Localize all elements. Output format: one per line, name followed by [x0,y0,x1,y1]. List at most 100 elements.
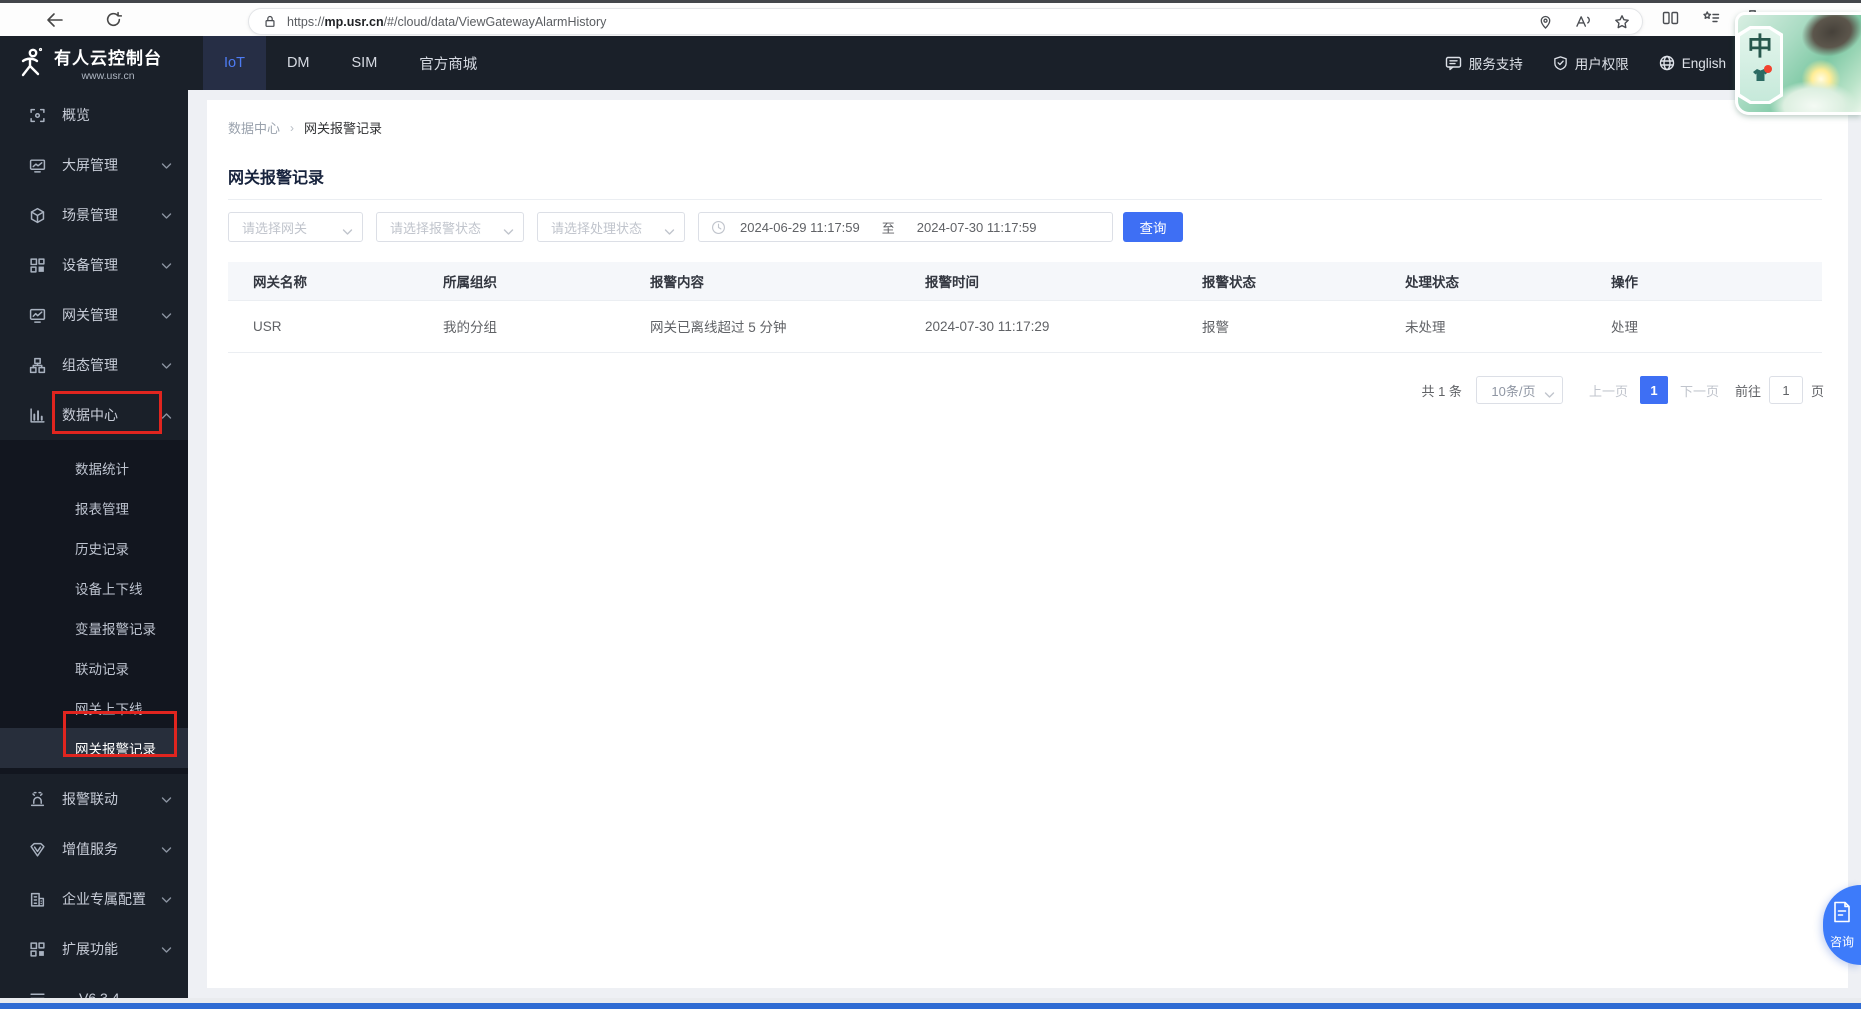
browser-refresh-icon[interactable] [98,7,128,33]
sidebar-item-scene[interactable]: 场景管理 [0,190,188,240]
cell-alarm-time: 2024-07-30 11:17:29 [900,300,1177,353]
sidebar-item-configuration[interactable]: 组态管理 [0,340,188,390]
sidebar: 概览 大屏管理 场景管理 设备管理 网关管理 组态管理 数据中心 数据统计 报表… [0,90,188,1006]
sidebar-item-variable-alarm-records[interactable]: 变量报警记录 [0,608,188,648]
sidebar-item-device-online-offline[interactable]: 设备上下线 [0,568,188,608]
gateway-select[interactable]: 请选择网关 [228,212,363,242]
extension-icon [28,940,46,958]
page-size-select[interactable]: 10条/页 [1475,376,1563,404]
sidebar-item-data-center[interactable]: 数据中心 [0,390,188,440]
user-permission-button[interactable]: 用户权限 [1553,53,1629,73]
language-switch-button[interactable]: English [1659,55,1726,71]
sidebar-item-value-added-service[interactable]: 增值服务 [0,824,188,874]
date-start-value[interactable]: 2024-06-29 11:17:59 [740,220,860,235]
sidebar-item-alarm-linkage[interactable]: 报警联动 [0,774,188,824]
cell-organization: 我的分组 [418,300,625,353]
read-aloud-icon[interactable] [1575,14,1592,29]
prev-page-button[interactable]: 上一页 [1589,381,1628,400]
data-center-submenu: 数据统计 报表管理 历史记录 设备上下线 变量报警记录 联动记录 网关上下线 网… [0,440,188,774]
notification-dot [1763,65,1772,73]
favorite-star-icon[interactable] [1614,14,1630,30]
filter-bar: 请选择网关 请选择报警状态 请选择处理状态 2024-06-29 11:17:5… [228,212,1183,242]
url-text[interactable]: https://mp.usr.cn/#/cloud/data/ViewGatew… [287,15,1538,29]
location-pin-icon[interactable] [1538,14,1553,30]
goto-page-input[interactable] [1768,376,1803,404]
sidebar-item-history-records[interactable]: 历史记录 [0,528,188,568]
page-title: 网关报警记录 [228,170,325,187]
overview-icon [28,106,46,124]
sidebar-item-data-statistics[interactable]: 数据统计 [0,448,188,488]
sidebar-item-gateway[interactable]: 网关管理 [0,290,188,340]
app-logo[interactable]: 有人云控制台 www.usr.cn [0,36,188,90]
value-service-icon [28,840,46,858]
sidebar-item-linkage-records[interactable]: 联动记录 [0,648,188,688]
mahjong-tile-badge[interactable]: 中 [1737,26,1783,104]
usr-person-logo-icon [16,47,46,79]
sidebar-item-label: 概览 [62,107,90,123]
chevron-down-icon [161,841,172,857]
browser-back-icon[interactable] [40,7,70,33]
service-support-button[interactable]: 服务支持 [1445,53,1523,73]
sidebar-item-enterprise-config[interactable]: 企业专属配置 [0,874,188,924]
window-top-edge [0,0,1861,3]
chevron-down-icon [161,207,172,223]
collections-icon[interactable] [1703,10,1720,26]
chevron-down-icon [161,791,172,807]
chevron-down-icon [342,224,353,239]
tab-sim[interactable]: SIM [331,36,399,90]
tab-iot[interactable]: IoT [203,36,266,90]
app-navbar: 有人云控制台 www.usr.cn IoT DM SIM 官方商城 服务支持 用… [0,36,1861,90]
sidebar-item-label: 组态管理 [62,357,118,373]
sidebar-item-label: 扩展功能 [62,941,118,957]
navbar-right: 服务支持 用户权限 English [1445,36,1726,90]
search-button[interactable]: 查询 [1123,212,1183,242]
current-page-button[interactable]: 1 [1639,376,1668,404]
sidebar-item-label: 场景管理 [62,207,118,223]
taskbar-edge [0,1003,1861,1009]
sidebar-item-extensions[interactable]: 扩展功能 [0,924,188,974]
cell-alarm-state: 报警 [1177,300,1380,353]
gateway-select-placeholder: 请选择网关 [242,220,308,236]
alarm-state-select[interactable]: 请选择报警状态 [376,212,524,242]
next-page-button[interactable]: 下一页 [1680,381,1719,400]
chevron-down-icon [664,224,675,239]
consult-label: 咨询 [1829,934,1854,949]
split-screen-icon[interactable] [1662,10,1679,26]
language-label: English [1681,55,1726,71]
sidebar-item-label: 企业专属配置 [62,891,146,907]
sidebar-item-gateway-online-offline[interactable]: 网关上下线 [0,688,188,728]
date-range-picker[interactable]: 2024-06-29 11:17:59 至 2024-07-30 11:17:5… [698,212,1113,242]
shield-icon [1553,55,1568,71]
column-alarm-content: 报警内容 [625,262,900,301]
cell-handle-state: 未处理 [1380,300,1586,353]
chevron-down-icon [1544,387,1555,402]
date-end-value[interactable]: 2024-07-30 11:17:59 [917,220,1037,235]
document-icon [1832,901,1852,928]
browser-address-bar[interactable]: https://mp.usr.cn/#/cloud/data/ViewGatew… [248,8,1643,35]
breadcrumb-separator-icon: › [290,120,295,135]
chevron-down-icon [161,307,172,323]
handle-state-select[interactable]: 请选择处理状态 [537,212,685,242]
column-alarm-state: 报警状态 [1177,262,1380,301]
sidebar-item-report-management[interactable]: 报表管理 [0,488,188,528]
screen: https://mp.usr.cn/#/cloud/data/ViewGatew… [0,0,1861,1009]
sidebar-item-label: 报警联动 [62,791,118,807]
chat-icon [1445,55,1462,71]
tab-dm[interactable]: DM [266,36,331,90]
cell-gateway-name: USR [228,300,418,353]
clock-icon [711,220,726,235]
sidebar-item-label: 设备管理 [62,257,118,273]
tab-official-mall[interactable]: 官方商城 [398,36,498,90]
sidebar-item-gateway-alarm-records[interactable]: 网关报警记录 [0,728,188,768]
pagination-total: 共 1 条 [1421,383,1462,399]
sidebar-item-overview[interactable]: 概览 [0,90,188,140]
column-handle-state: 处理状态 [1380,262,1586,301]
lock-icon [263,14,277,29]
sidebar-item-bigscreen[interactable]: 大屏管理 [0,140,188,190]
breadcrumb-data-center[interactable]: 数据中心 [228,118,280,137]
sidebar-item-device[interactable]: 设备管理 [0,240,188,290]
chevron-down-icon [161,891,172,907]
breadcrumb-current: 网关报警记录 [304,121,383,136]
main-content: 数据中心 › 网关报警记录 网关报警记录 请选择网关 请选择报警状态 请选择处理… [207,100,1848,988]
handle-action-link[interactable]: 处理 [1586,300,1822,353]
